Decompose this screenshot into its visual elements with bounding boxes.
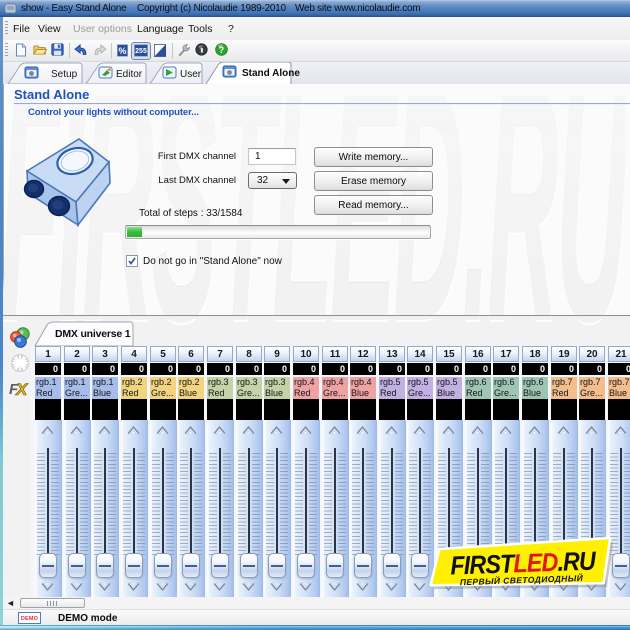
svg-text:%: %	[119, 46, 127, 56]
svg-text:Setup: Setup	[51, 69, 78, 80]
svg-text:DMX universe 1: DMX universe 1	[55, 328, 131, 340]
svg-text:Stand Alone: Stand Alone	[242, 68, 300, 79]
svg-text:X: X	[15, 380, 29, 397]
svg-text:?: ?	[219, 45, 224, 55]
svg-text:Editor: Editor	[116, 69, 143, 80]
svg-text:255: 255	[135, 48, 147, 55]
svg-text:User: User	[180, 69, 202, 80]
